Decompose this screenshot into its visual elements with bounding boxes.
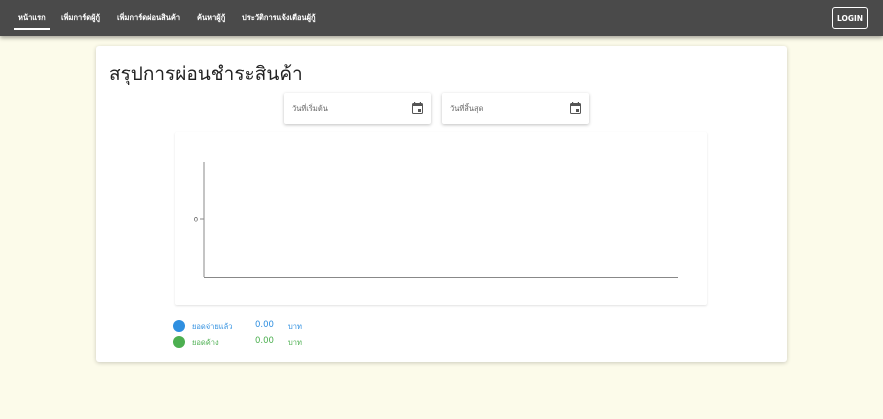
nav-add-borrower-card[interactable]: เพิ่มการ์ดผู้กู้ — [61, 11, 100, 25]
login-button[interactable]: LOGIN — [832, 7, 868, 29]
calendar-icon[interactable] — [412, 102, 423, 114]
outstanding-amount: 0.00 — [255, 336, 274, 346]
nav-search-borrower[interactable]: ค้นหาผู้กู้ — [197, 11, 225, 25]
nav-add-installment-card[interactable]: เพิ่มการ์ดผ่อนสินค้า — [117, 11, 180, 25]
y-tick-label: 0 — [194, 216, 198, 224]
calendar-icon[interactable] — [570, 102, 581, 114]
chart-svg: 0 — [194, 162, 678, 278]
outstanding-dot — [173, 336, 185, 348]
start-date-placeholder: วันที่เริ่มต้น — [292, 104, 328, 113]
nav-home[interactable]: หน้าแรก — [14, 11, 50, 30]
end-date-field[interactable]: วันที่สิ้นสุด — [442, 93, 589, 124]
top-nav-bar: หน้าแรก เพิ่มการ์ดผู้กู้ เพิ่มการ์ดผ่อนส… — [0, 0, 883, 36]
paid-amount: 0.00 — [255, 320, 274, 330]
outstanding-label: ยอดค้าง — [192, 338, 219, 347]
paid-unit: บาท — [288, 322, 302, 331]
outstanding-unit: บาท — [288, 338, 302, 347]
paid-dot — [173, 320, 185, 332]
nav-notification-history[interactable]: ประวัติการแจ้งเตือนผู้กู้ — [242, 11, 316, 25]
page-title: สรุปการผ่อนชำระสินค้า — [109, 63, 303, 85]
installment-chart: 0 — [175, 132, 707, 305]
end-date-placeholder: วันที่สิ้นสุด — [450, 104, 484, 113]
summary-card: สรุปการผ่อนชำระสินค้า วันที่เริ่มต้น วัน… — [96, 46, 787, 362]
paid-label: ยอดจ่ายแล้ว — [192, 322, 233, 331]
start-date-field[interactable]: วันที่เริ่มต้น — [284, 93, 431, 124]
